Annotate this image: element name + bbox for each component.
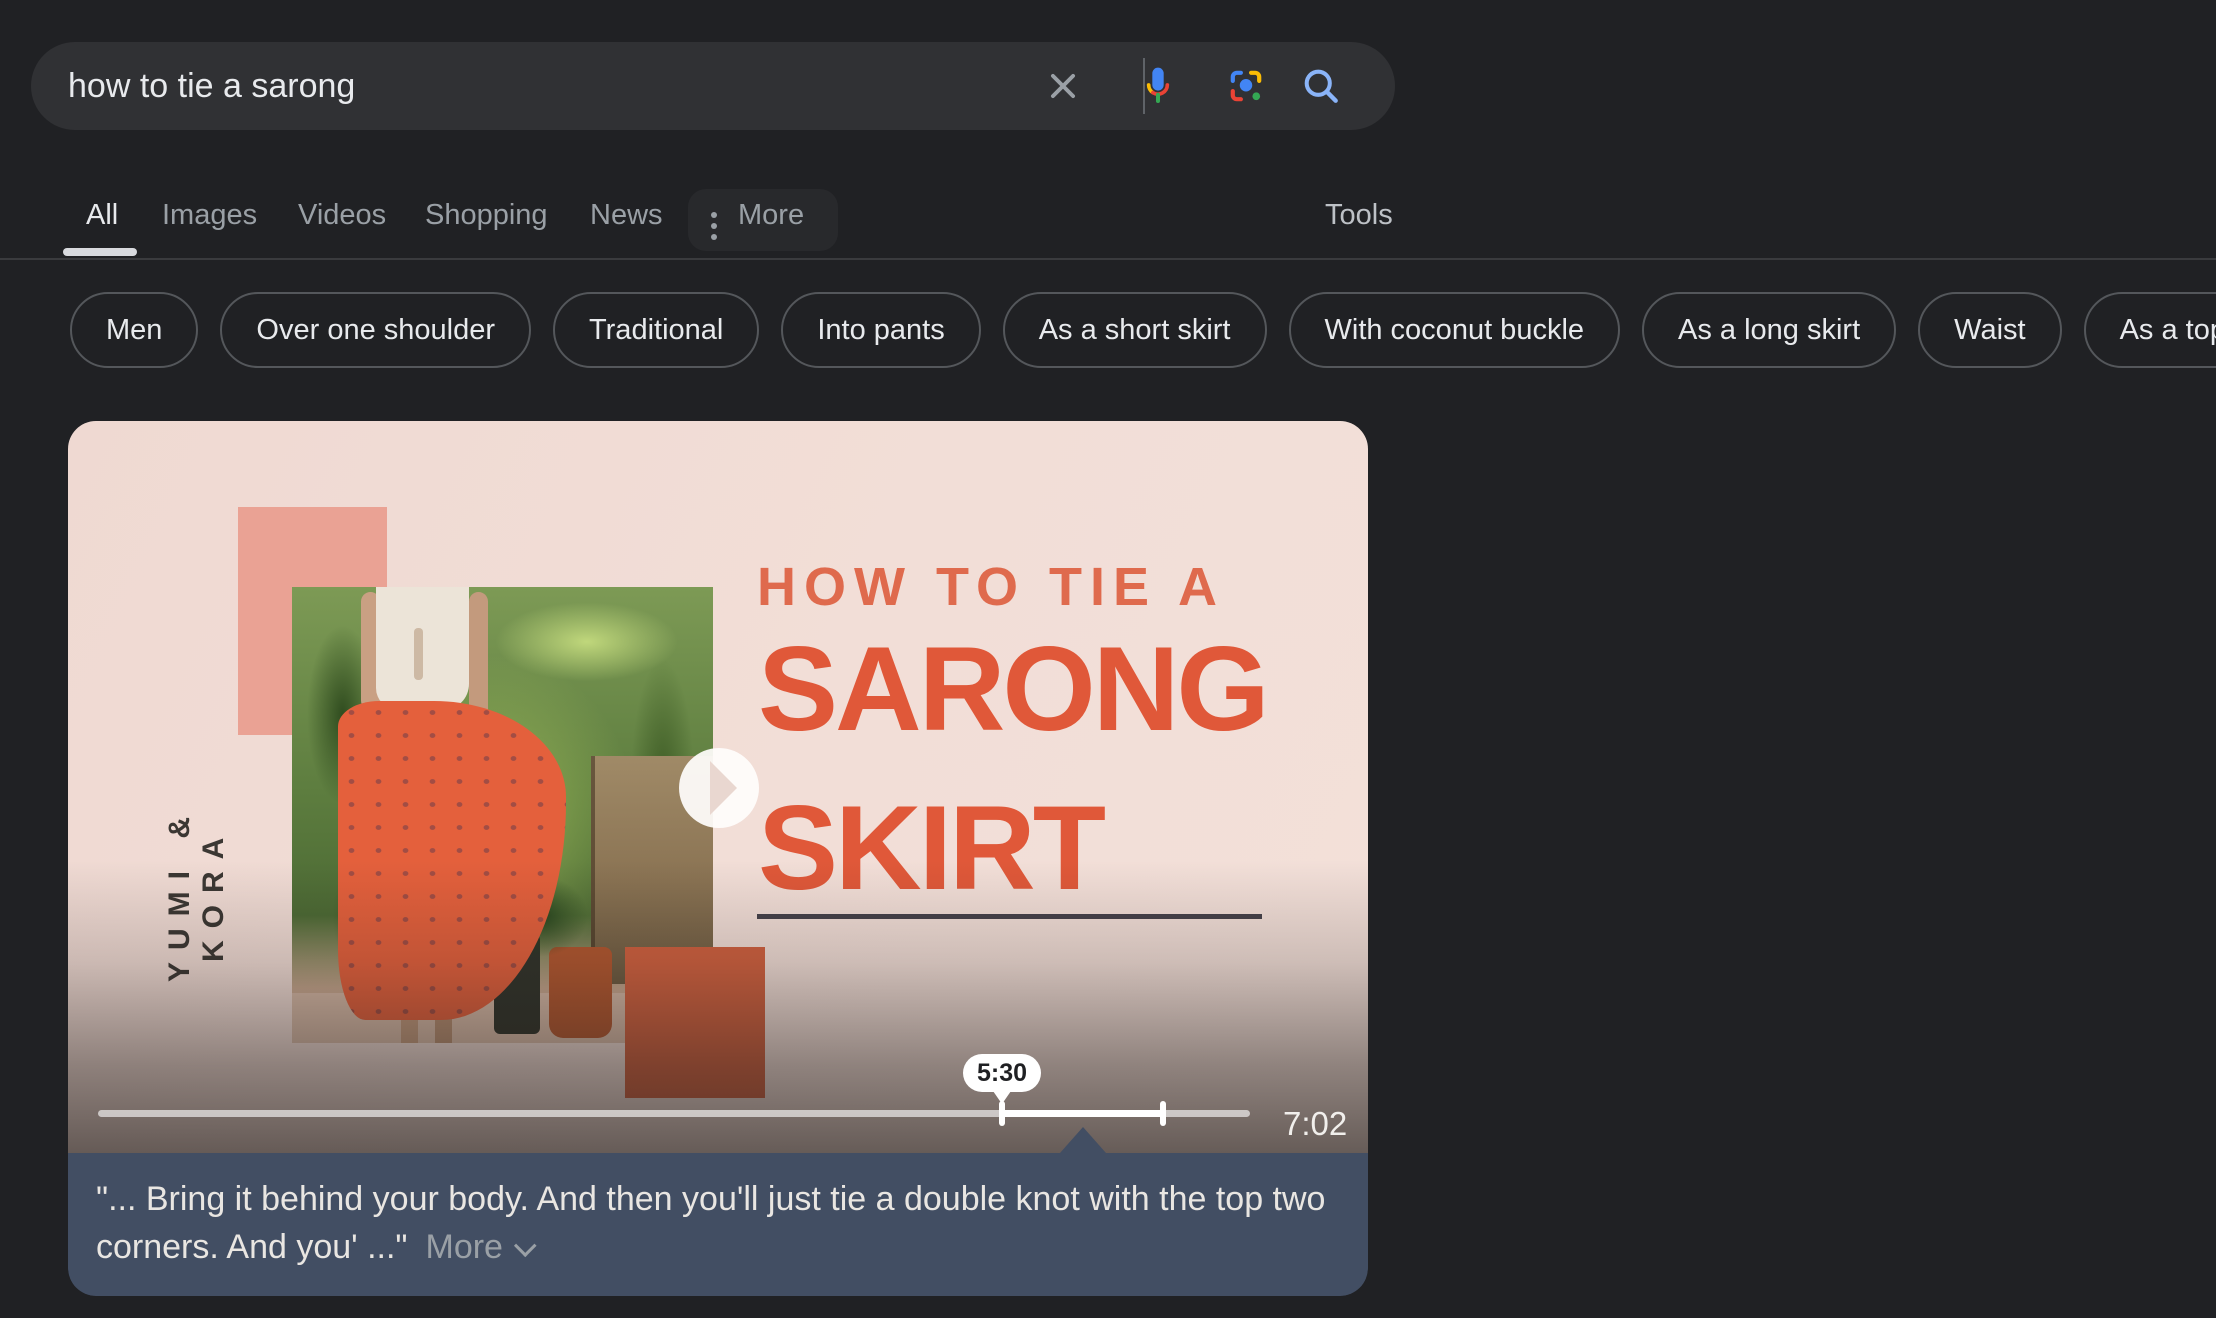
progress-highlight-segment[interactable] xyxy=(1002,1110,1163,1117)
video-thumbnail[interactable]: YUMI & KORA HOW TO TIE A SARONG SKIRT 5:… xyxy=(68,421,1368,1153)
play-icon xyxy=(710,761,737,815)
caption-more-button[interactable]: More xyxy=(426,1228,529,1266)
caption-quote: "... Bring it behind your body. And then… xyxy=(96,1175,1331,1271)
clear-icon[interactable] xyxy=(1041,64,1085,108)
video-duration: 7:02 xyxy=(1283,1105,1347,1143)
photo-top-tie xyxy=(414,628,423,680)
video-result-card[interactable]: YUMI & KORA HOW TO TIE A SARONG SKIRT 5:… xyxy=(68,421,1368,1296)
segment-start-tick xyxy=(999,1101,1005,1126)
tab-images[interactable]: Images xyxy=(162,197,257,233)
chip-with-coconut-buckle[interactable]: With coconut buckle xyxy=(1289,292,1621,368)
tab-tools[interactable]: Tools xyxy=(1325,197,1393,233)
filter-chips-row: Men Over one shoulder Traditional Into p… xyxy=(70,292,2216,368)
chip-over-one-shoulder[interactable]: Over one shoulder xyxy=(220,292,531,368)
mic-icon[interactable] xyxy=(1136,64,1180,108)
chip-waist[interactable]: Waist xyxy=(1918,292,2061,368)
thumbnail-brand-text: YUMI & KORA xyxy=(163,739,225,1049)
search-icon[interactable] xyxy=(1299,64,1343,108)
timestamp-bubble-tail xyxy=(993,1091,1011,1104)
thumbnail-deco-square-bottom xyxy=(625,947,765,1098)
chip-as-a-long-skirt[interactable]: As a long skirt xyxy=(1642,292,1896,368)
tab-more[interactable]: More xyxy=(738,197,804,233)
timestamp-bubble[interactable]: 5:30 xyxy=(963,1054,1041,1092)
play-button[interactable] xyxy=(679,748,759,828)
search-input[interactable]: how to tie a sarong xyxy=(68,42,355,130)
thumbnail-title-line2: SARONG xyxy=(758,629,1267,749)
tab-videos[interactable]: Videos xyxy=(298,197,386,233)
caption-panel: "... Bring it behind your body. And then… xyxy=(68,1153,1368,1296)
chip-men[interactable]: Men xyxy=(70,292,198,368)
caption-quote-text: "... Bring it behind your body. And then… xyxy=(96,1180,1325,1266)
tabbar-divider xyxy=(0,258,2216,260)
search-bar[interactable]: how to tie a sarong xyxy=(31,42,1395,130)
chip-into-pants[interactable]: Into pants xyxy=(781,292,980,368)
chevron-down-icon xyxy=(514,1234,537,1257)
tab-news[interactable]: News xyxy=(590,197,663,233)
active-tab-underline xyxy=(63,248,137,256)
chip-as-a-short-skirt[interactable]: As a short skirt xyxy=(1003,292,1267,368)
thumbnail-underline xyxy=(757,914,1262,919)
caption-more-label: More xyxy=(426,1228,503,1266)
thumbnail-title-line1: HOW TO TIE A xyxy=(757,560,1225,614)
tab-shopping[interactable]: Shopping xyxy=(425,197,548,233)
segment-end-tick xyxy=(1160,1101,1166,1126)
thumbnail-title-line3: SKIRT xyxy=(758,788,1103,908)
caption-pointer xyxy=(1060,1127,1106,1153)
more-dots-icon[interactable] xyxy=(711,212,717,245)
lens-icon[interactable] xyxy=(1224,64,1268,108)
chip-as-a-top[interactable]: As a top xyxy=(2084,292,2216,368)
chip-traditional[interactable]: Traditional xyxy=(553,292,759,368)
tab-all[interactable]: All xyxy=(86,197,118,233)
